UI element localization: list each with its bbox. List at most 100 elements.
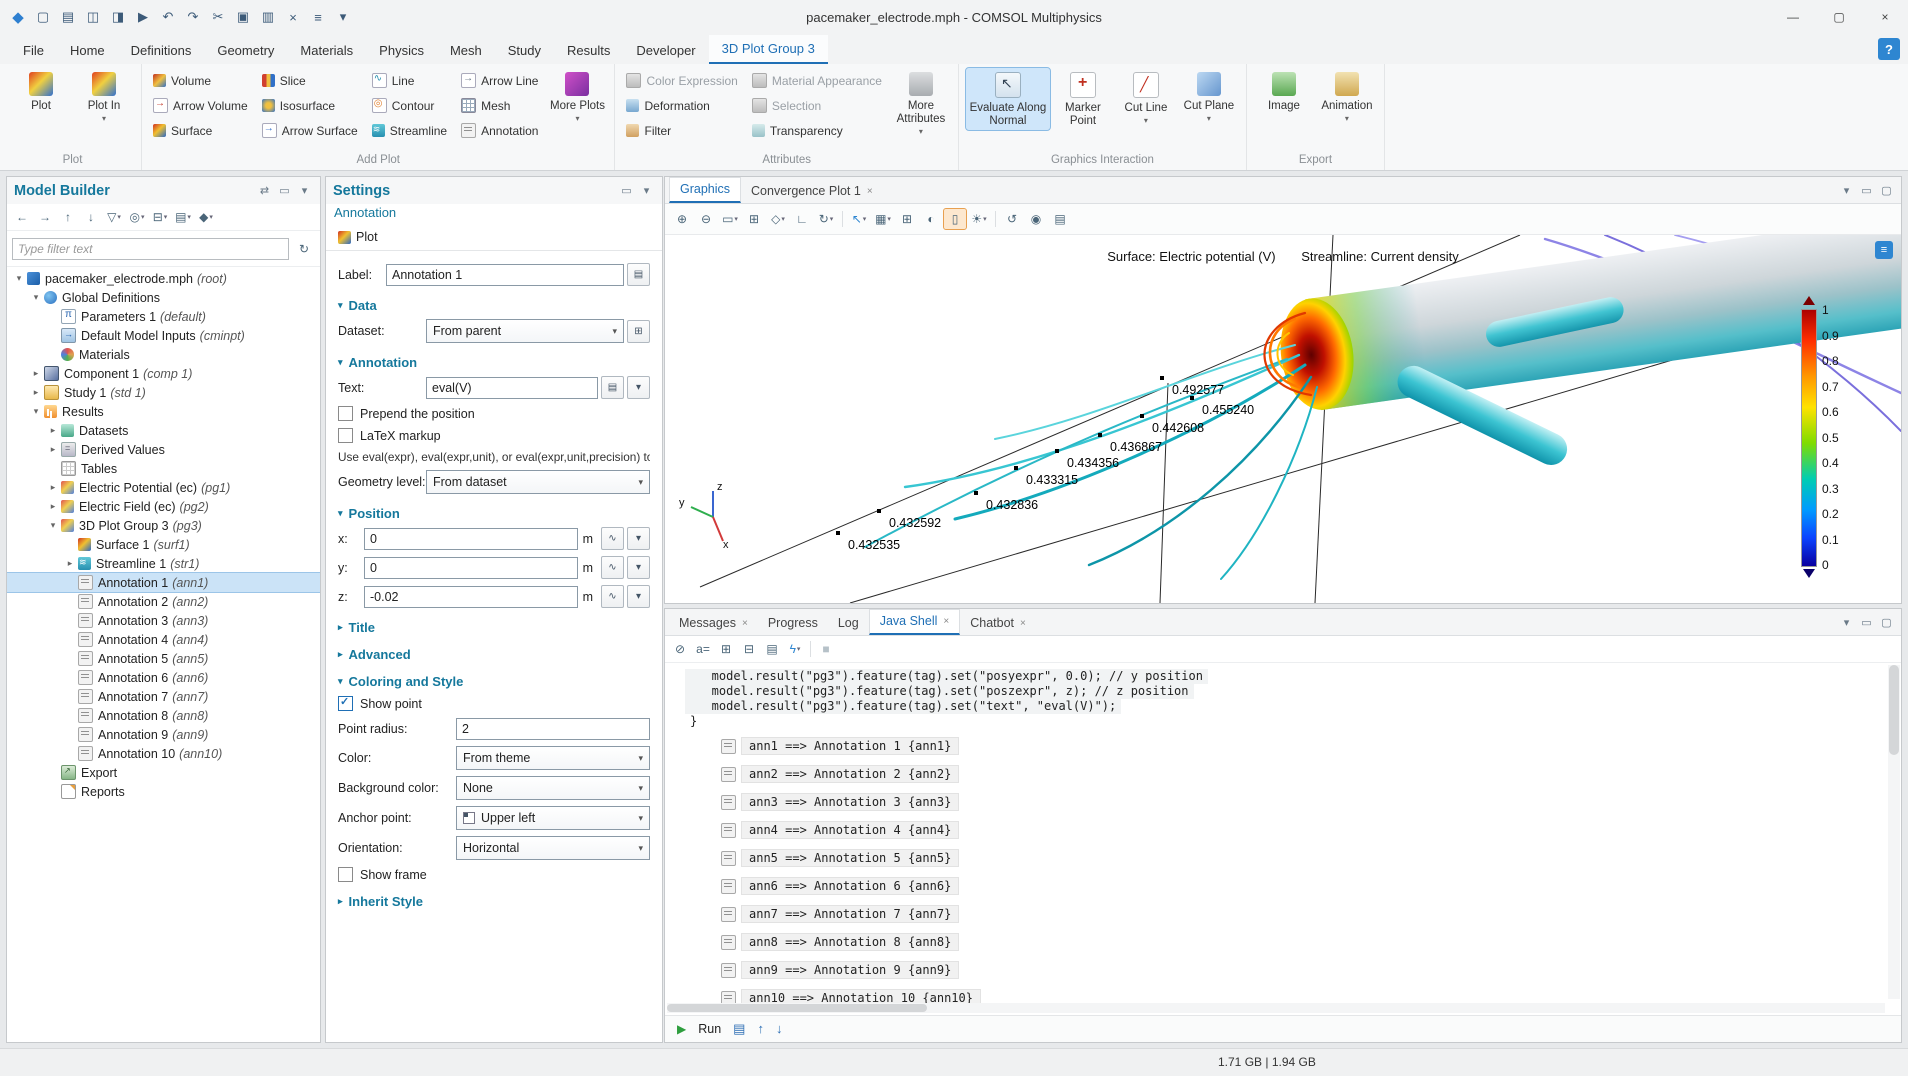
image-snapshot-icon[interactable]: ◉ (1025, 209, 1047, 229)
orientation-select[interactable]: Horizontal ▾ (456, 836, 650, 860)
ribbon-tab-mesh[interactable]: Mesh (437, 37, 495, 64)
zoom-in-icon[interactable]: ⊕ (671, 209, 693, 229)
plot-info-icon[interactable]: ≡ (1875, 241, 1893, 259)
copy-icon[interactable]: ▣ (231, 5, 255, 29)
environment-reflections-icon[interactable]: ☀▾ (968, 209, 990, 229)
zoom-box-icon[interactable]: ▭▾ (719, 209, 741, 229)
tab-progress[interactable]: Progress (758, 612, 828, 635)
tree-item[interactable]: Annotation 7(ann7) (7, 687, 320, 706)
tree-item[interactable]: Parameters 1(default) (7, 307, 320, 326)
vertical-scrollbar[interactable] (1888, 665, 1900, 999)
close-icon[interactable]: × (1020, 612, 1026, 635)
redo-icon[interactable]: ↷ (181, 5, 205, 29)
compute-icon[interactable]: ▶ (131, 5, 155, 29)
section-position[interactable]: ▾ Position (338, 506, 650, 521)
surface-button[interactable]: Surface (149, 122, 254, 140)
show-point-row[interactable]: Show point (338, 696, 650, 711)
tree-item[interactable]: Surface 1(surf1) (7, 535, 320, 554)
ribbon-tab-materials[interactable]: Materials (287, 37, 366, 64)
contour-button[interactable]: Contour (368, 96, 453, 115)
tree-item[interactable]: ▸Component 1(comp 1) (7, 364, 320, 383)
history-up-icon[interactable]: ↑ (757, 1021, 764, 1037)
close-button[interactable]: × (1862, 0, 1908, 34)
new-file-icon[interactable]: ▢ (31, 5, 55, 29)
tree-item[interactable]: Default Model Inputs(cminpt) (7, 326, 320, 345)
maximize-panel-icon[interactable]: ▢ (1878, 182, 1895, 199)
ribbon-tab-home[interactable]: Home (57, 37, 118, 64)
animation-button[interactable]: Animation ▾ (1317, 68, 1377, 125)
section-inherit-style[interactable]: ▸ Inherit Style (338, 894, 650, 909)
range-button[interactable]: ∿ (601, 527, 624, 550)
refresh-icon[interactable]: ↻ (293, 239, 315, 259)
run-commands-icon[interactable]: ϟ▾ (784, 639, 806, 659)
graphics-canvas[interactable]: Surface: Electric potential (V) Streamli… (665, 235, 1901, 603)
volume-button[interactable]: Volume (149, 72, 254, 90)
prepend-position-checkbox[interactable] (338, 406, 353, 421)
section-data[interactable]: ▾ Data (338, 298, 650, 313)
tree-item[interactable]: Annotation 3(ann3) (7, 611, 320, 630)
cut-line-button[interactable]: Cut Line ▾ (1116, 68, 1176, 127)
expression-dropdown-button[interactable]: ▾ (627, 556, 650, 579)
transparency-button[interactable]: Transparency (748, 122, 888, 140)
minimize-button[interactable]: — (1770, 0, 1816, 34)
tree-item[interactable]: Reports (7, 782, 320, 801)
history-down-icon[interactable]: ↓ (776, 1021, 783, 1037)
show-grid-icon[interactable]: ⊞ (896, 209, 918, 229)
show-point-checkbox[interactable] (338, 696, 353, 711)
line-button[interactable]: Line (368, 71, 453, 90)
tree-item[interactable]: ▸Streamline 1(str1) (7, 554, 320, 573)
point-radius-input[interactable] (456, 718, 650, 740)
expand-arrow-icon[interactable]: ▸ (30, 368, 42, 379)
tab-log[interactable]: Log (828, 612, 869, 635)
update-plot-icon[interactable]: ↺ (1001, 209, 1023, 229)
ribbon-tab-developer[interactable]: Developer (623, 37, 708, 64)
horizontal-scrollbar[interactable] (667, 1003, 1885, 1013)
console-input-icon[interactable]: ▤ (733, 1021, 745, 1037)
open-file-icon[interactable]: ▤ (56, 5, 80, 29)
tree-item[interactable]: Annotation 4(ann4) (7, 630, 320, 649)
expand-arrow-icon[interactable]: ▸ (30, 387, 42, 398)
panel-menu-icon[interactable]: ▾ (1838, 182, 1855, 199)
expand-arrow-icon[interactable]: ▸ (47, 444, 59, 455)
go-to-default-view-icon[interactable]: ◇▾ (767, 209, 789, 229)
tree-item[interactable]: Tables (7, 459, 320, 478)
filter-input[interactable] (12, 238, 289, 260)
cut-icon[interactable]: ✂ (206, 5, 230, 29)
collapse-arrow-icon[interactable]: ▾ (13, 273, 25, 284)
selection-button[interactable]: Selection (748, 96, 888, 115)
clear-shell-icon[interactable]: ⊘ (669, 639, 691, 659)
tab-messages[interactable]: Messages× (669, 612, 758, 635)
tree-item[interactable]: Annotation 6(ann6) (7, 668, 320, 687)
filter-button[interactable]: Filter (622, 122, 743, 140)
back-icon[interactable]: ← (11, 207, 33, 227)
x-input[interactable] (364, 528, 578, 550)
color-select[interactable]: From theme ▾ (456, 746, 650, 770)
anchor-point-select[interactable]: Upper left ▾ (456, 806, 650, 830)
show-variable-values-icon[interactable]: a= (692, 639, 714, 659)
deformation-button[interactable]: Deformation (622, 97, 743, 115)
tree-item[interactable]: Annotation 8(ann8) (7, 706, 320, 725)
tab-graphics[interactable]: Graphics (669, 177, 741, 203)
expand-all-icon[interactable]: ⊞ (715, 639, 737, 659)
section-annotation[interactable]: ▾ Annotation (338, 355, 650, 370)
go-to-icon[interactable]: ◆▾ (195, 207, 217, 227)
paste-icon[interactable]: ▥ (256, 5, 280, 29)
streamline-button[interactable]: Streamline (368, 122, 453, 140)
scrollbar-thumb[interactable] (1889, 665, 1899, 755)
expand-arrow-icon[interactable]: ▸ (47, 501, 59, 512)
run-button[interactable]: Run (698, 1022, 721, 1036)
show-icon[interactable]: ◎▾ (126, 207, 148, 227)
expand-arrow-icon[interactable]: ▸ (64, 558, 76, 569)
collapse-all-icon[interactable]: ⊟▾ (149, 207, 171, 227)
arrow-volume-button[interactable]: Arrow Volume (149, 96, 254, 115)
image-button[interactable]: Image (1254, 68, 1314, 115)
geometry-level-select[interactable]: From dataset ▾ (426, 470, 650, 494)
tree-item[interactable]: Annotation 5(ann5) (7, 649, 320, 668)
save-icon[interactable]: ◫ (81, 5, 105, 29)
tree-item[interactable]: ▾pacemaker_electrode.mph(root) (7, 269, 320, 288)
forward-icon[interactable]: → (34, 207, 56, 227)
section-coloring-and-style[interactable]: ▾ Coloring and Style (338, 674, 650, 689)
range-button[interactable]: ∿ (601, 556, 624, 579)
material-appearance-button[interactable]: Material Appearance (748, 71, 888, 90)
y-input[interactable] (364, 557, 578, 579)
